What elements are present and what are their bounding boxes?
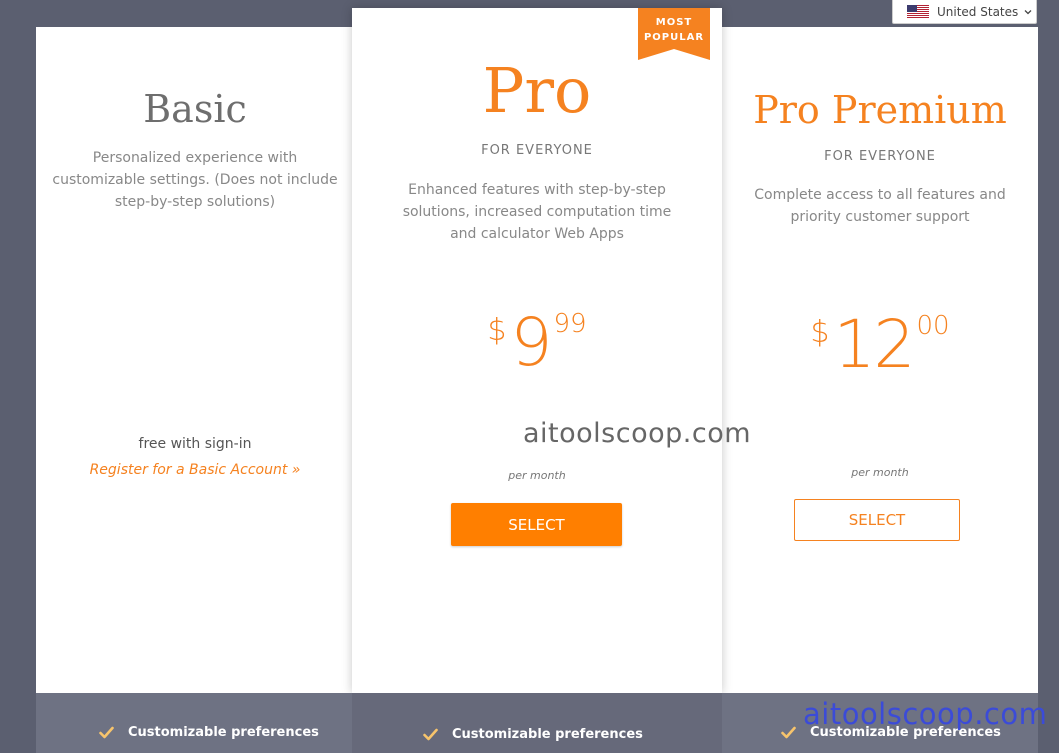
us-flag-icon: [907, 5, 929, 18]
pro-currency: $: [487, 313, 507, 348]
pro-period: per month: [508, 469, 566, 482]
pro-price: $ 9 99: [352, 307, 722, 379]
pro-select-button[interactable]: SELECT: [451, 503, 622, 546]
check-icon: [99, 726, 114, 739]
basic-description: Personalized experience with customizabl…: [36, 147, 354, 213]
check-icon: [781, 726, 796, 739]
region-selector[interactable]: United States: [892, 0, 1037, 24]
feature-label: Customizable preferences: [128, 725, 319, 740]
basic-desc-line: step-by-step solutions): [114, 194, 276, 210]
pro-subtitle: FOR EVERYONE: [481, 143, 593, 158]
badge-line-1: MOST: [655, 17, 693, 28]
basic-desc-line: customizable settings. (Does not include: [52, 172, 338, 188]
pro-price-cents: 99: [553, 309, 587, 339]
premium-select-button[interactable]: SELECT: [794, 499, 960, 541]
premium-price-whole: 12: [833, 306, 916, 383]
premium-desc-line: Complete access to all features and: [754, 187, 1006, 203]
premium-price: $ 12 00: [722, 309, 1038, 381]
pro-feature-item: Customizable preferences: [423, 727, 643, 742]
premium-period: per month: [851, 466, 909, 479]
pricing-page: United States MOST POPULAR Basic Persona…: [0, 0, 1059, 753]
free-with-signin: free with sign-in: [138, 436, 252, 452]
basic-desc-line: Personalized experience with: [92, 150, 298, 166]
most-popular-badge: MOST POPULAR: [638, 8, 710, 60]
pro-desc-line: Enhanced features with step-by-step: [408, 182, 666, 198]
pro-description: Enhanced features with step-by-step solu…: [352, 179, 722, 245]
pro-desc-line: and calculator Web Apps: [450, 226, 624, 242]
premium-currency: $: [810, 315, 830, 350]
badge-line-2: POPULAR: [643, 32, 705, 43]
pro-desc-line: solutions, increased computation time: [402, 204, 672, 220]
pro-price-whole: 9: [510, 304, 553, 381]
premium-subtitle: FOR EVERYONE: [824, 149, 936, 164]
check-icon: [423, 728, 438, 741]
premium-price-cents: 00: [916, 311, 950, 341]
feature-label: Customizable preferences: [452, 727, 643, 742]
premium-title: Pro Premium: [753, 88, 1007, 132]
watermark-text: aitoolscoop.com: [523, 418, 752, 449]
chevron-down-icon: [1024, 9, 1032, 14]
region-label: United States: [937, 4, 1019, 19]
basic-feature-item: Customizable preferences: [99, 725, 319, 740]
register-basic-link[interactable]: Register for a Basic Account »: [90, 462, 301, 478]
premium-desc-line: priority customer support: [790, 209, 970, 225]
pro-features-strip: [352, 693, 722, 753]
basic-title: Basic: [143, 87, 247, 131]
watermark-text: aitoolscoop.com: [803, 697, 1048, 731]
pro-title: Pro: [482, 54, 592, 127]
premium-description: Complete access to all features and prio…: [722, 184, 1038, 228]
